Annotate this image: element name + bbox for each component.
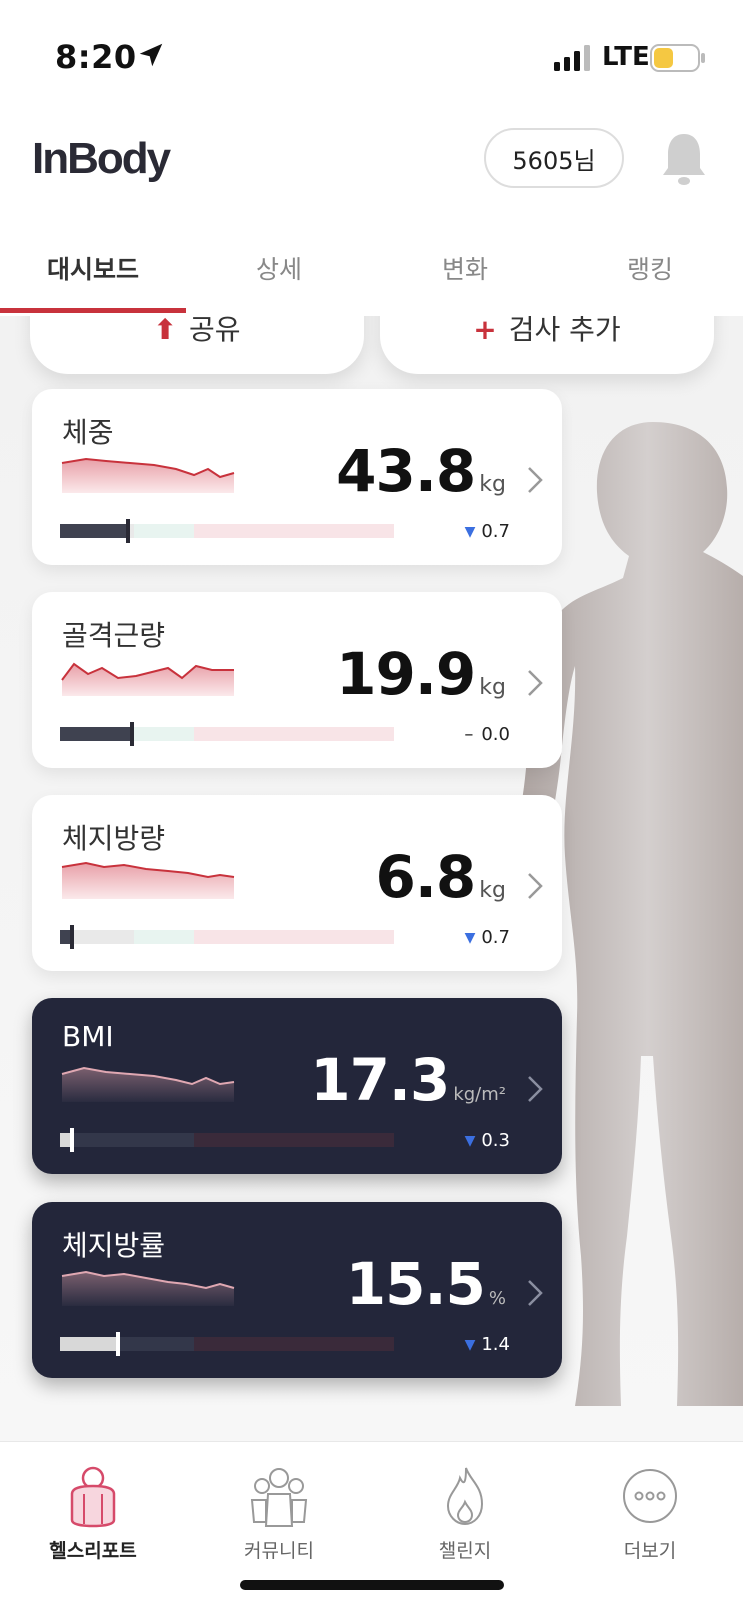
active-tab-indicator	[0, 308, 186, 313]
chevron-right-icon	[528, 670, 543, 696]
muscle-trend-sparkline	[61, 662, 234, 696]
status-time: 8:20	[55, 38, 137, 76]
bmi-trend-sparkline	[61, 1066, 235, 1102]
trend-down-icon: ▼	[464, 1336, 476, 1353]
nav-challenge[interactable]: 챌린지	[372, 1464, 558, 1563]
add-test-button[interactable]: + 검사 추가	[380, 316, 714, 374]
card-title: 체지방률	[62, 1229, 166, 1262]
share-label: 공유	[188, 316, 241, 346]
change-value: 0.7	[481, 927, 510, 948]
community-icon	[250, 1468, 308, 1527]
more-icon	[623, 1469, 677, 1523]
metric-card-muscle[interactable]: 골격근량 19.9 kg – 0.0	[32, 592, 562, 768]
nav-health-report[interactable]: 헬스리포트	[0, 1464, 186, 1563]
app-header: InBody 5605님	[0, 110, 743, 220]
inbody-logo: InBody	[32, 134, 171, 183]
range-bar	[60, 1332, 394, 1356]
range-bar	[60, 1128, 394, 1152]
add-test-label: 검사 추가	[508, 316, 621, 346]
fat-percent-trend-sparkline	[61, 1270, 235, 1306]
dashboard-content[interactable]: ⬆ 공유 + 검사 추가 체중 43.8 kg ▼ 0.7 골격근량 19.9 …	[0, 316, 743, 1441]
metric-unit: kg	[479, 675, 506, 700]
chevron-right-icon	[528, 467, 543, 493]
card-title: 골격근량	[62, 619, 166, 652]
location-arrow-icon	[139, 43, 163, 67]
range-bar	[60, 519, 394, 543]
metric-card-body-fat-mass[interactable]: 체지방량 6.8 kg ▼ 0.7	[32, 795, 562, 971]
user-badge-button[interactable]: 5605님	[484, 128, 624, 188]
metric-unit: kg/m²	[453, 1084, 506, 1105]
status-bar: 8:20 LTE	[0, 0, 743, 110]
chevron-right-icon	[528, 873, 543, 899]
metric-card-weight[interactable]: 체중 43.8 kg ▼ 0.7	[32, 389, 562, 565]
nav-label: 헬스리포트	[49, 1540, 137, 1562]
tab-ranking[interactable]: 랭킹	[557, 250, 743, 286]
trend-flat-icon: –	[464, 724, 474, 745]
metric-card-body-fat-percent[interactable]: 체지방률 15.5 % ▼ 1.4	[32, 1202, 562, 1378]
network-type: LTE	[602, 42, 650, 72]
fat-mass-trend-sparkline	[61, 861, 235, 899]
main-tabs: 대시보드 상세 변화 랭킹	[0, 220, 743, 316]
range-bar	[60, 722, 394, 746]
metric-value: 6.8	[375, 843, 477, 911]
change-value: 0.0	[481, 724, 510, 745]
metric-unit: kg	[479, 472, 506, 497]
change-value: 1.4	[481, 1334, 510, 1355]
cellular-signal-icon	[554, 45, 590, 71]
battery-icon	[650, 44, 705, 72]
health-report-icon	[70, 1466, 116, 1528]
nav-more[interactable]: 더보기	[557, 1464, 743, 1563]
range-bar	[60, 925, 394, 949]
metric-change: ▼ 0.3	[465, 1130, 510, 1151]
share-button[interactable]: ⬆ 공유	[30, 316, 364, 374]
nav-label: 챌린지	[438, 1540, 492, 1562]
card-title: 체지방량	[62, 822, 166, 855]
metric-change: ▼ 1.4	[465, 1334, 510, 1355]
chevron-right-icon	[528, 1076, 543, 1102]
card-title: 체중	[62, 416, 114, 449]
trend-down-icon: ▼	[464, 929, 476, 946]
trend-down-icon: ▼	[464, 1132, 476, 1149]
metric-card-bmi[interactable]: BMI 17.3 kg/m² ▼ 0.3	[32, 998, 562, 1174]
home-indicator	[240, 1580, 504, 1590]
metric-value: 43.8	[336, 437, 476, 505]
metric-value: 15.5	[345, 1250, 486, 1318]
metric-unit: kg	[479, 878, 506, 903]
nav-label: 더보기	[623, 1540, 677, 1562]
metric-unit: %	[488, 1288, 506, 1309]
nav-label: 커뮤니티	[244, 1540, 314, 1562]
plus-icon: +	[473, 316, 497, 346]
weight-trend-sparkline	[61, 457, 235, 493]
metric-change: ▼ 0.7	[465, 927, 510, 948]
metric-change: – 0.0	[464, 724, 510, 745]
tab-dashboard[interactable]: 대시보드	[0, 250, 186, 286]
card-title: BMI	[62, 1020, 114, 1053]
metric-change: ▼ 0.7	[465, 521, 510, 542]
chevron-right-icon	[528, 1280, 543, 1306]
bell-icon[interactable]	[660, 130, 708, 188]
change-value: 0.3	[481, 1130, 510, 1151]
share-icon: ⬆	[153, 316, 177, 346]
flame-icon	[446, 1467, 484, 1526]
trend-down-icon: ▼	[464, 523, 476, 540]
nav-community[interactable]: 커뮤니티	[186, 1464, 372, 1563]
change-value: 0.7	[481, 521, 510, 542]
metric-value: 17.3	[310, 1046, 450, 1114]
tab-change[interactable]: 변화	[372, 250, 558, 286]
metric-value: 19.9	[336, 640, 476, 708]
tab-detail[interactable]: 상세	[186, 250, 372, 286]
